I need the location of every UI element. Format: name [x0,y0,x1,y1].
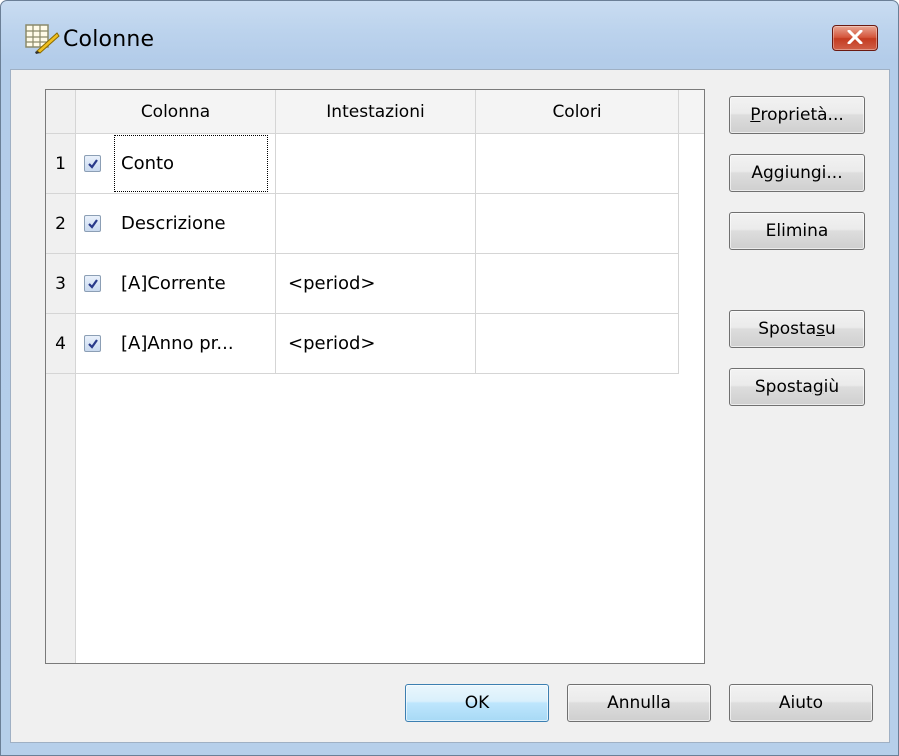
grid-cell-intestazioni[interactable] [276,194,476,254]
row-visible-checkbox[interactable] [84,215,101,232]
cell-text: [A]Corrente [121,272,226,294]
title-bar[interactable]: Colonne [1,1,898,69]
grid-cell-colonna[interactable]: Descrizione [76,194,276,254]
columns-grid[interactable]: Colonna Intestazioni Colori 1 Conto 2 De… [45,89,705,664]
grid-cell-colori[interactable] [476,194,679,254]
grid-cell-intestazioni[interactable] [276,134,476,194]
mnemonic: s [816,319,825,339]
row-number: 4 [46,314,75,374]
move-down-button[interactable]: Sposta g iù [729,368,865,406]
button-label-post: u [825,319,836,339]
cell-text: Conto [121,152,175,174]
row-visible-checkbox[interactable] [84,275,101,292]
cell-text: [A]Anno pr... [121,332,234,354]
grid-cell-intestazioni[interactable]: <period> [276,254,476,314]
cancel-button[interactable]: Annulla [567,684,711,722]
columns-app-icon [23,21,61,55]
row-visible-checkbox[interactable] [84,155,101,172]
grid-cell-colori[interactable] [476,134,679,194]
window-title: Colonne [63,27,155,52]
column-header-intestazioni[interactable]: Intestazioni [276,90,476,134]
row-number: 2 [46,194,75,254]
grid-cell-intestazioni[interactable]: <period> [276,314,476,374]
row-visible-checkbox[interactable] [84,335,101,352]
grid-cell-colonna[interactable]: [A]Anno pr... [76,314,276,374]
column-header-colonna[interactable]: Colonna [76,90,276,134]
checkmark-icon [87,158,98,169]
row-number: 3 [46,254,75,314]
dialog-client-area: Colonna Intestazioni Colori 1 Conto 2 De… [10,69,890,743]
grid-cell-colonna[interactable]: [A]Corrente [76,254,276,314]
close-button[interactable] [832,25,878,51]
dialog-window: Colonne Colonna Intestazioni Colori 1 Co… [0,0,899,756]
cell-text: <period> [288,273,376,294]
help-button[interactable]: Aiuto [729,684,873,722]
checkmark-icon [87,278,98,289]
move-up-button[interactable]: Sposta su [729,310,865,348]
button-label-pre: Sposta [754,377,813,397]
cell-text: Descrizione [121,212,226,234]
properties-button[interactable]: Proprietà... [729,96,865,134]
ok-button[interactable]: OK [405,684,549,722]
checkmark-icon [87,338,98,349]
delete-button[interactable]: Elimina [729,212,865,250]
button-label-post: iù [823,377,840,397]
grid-corner-header [46,90,76,134]
mnemonic: P [750,105,761,125]
add-button[interactable]: Aggiungi... [729,154,865,192]
close-icon [847,29,863,48]
mnemonic: g [812,377,824,397]
column-header-colori[interactable]: Colori [476,90,679,134]
button-label-pre: Sposta [758,319,817,339]
grid-cell-colori[interactable] [476,314,679,374]
cell-text: <period> [288,333,376,354]
row-number: 1 [46,134,75,194]
button-label-post: roprietà... [760,105,844,125]
checkmark-icon [87,218,98,229]
grid-cell-colori[interactable] [476,254,679,314]
grid-cell-colonna[interactable]: Conto [76,134,276,194]
column-header-filler [679,90,704,134]
